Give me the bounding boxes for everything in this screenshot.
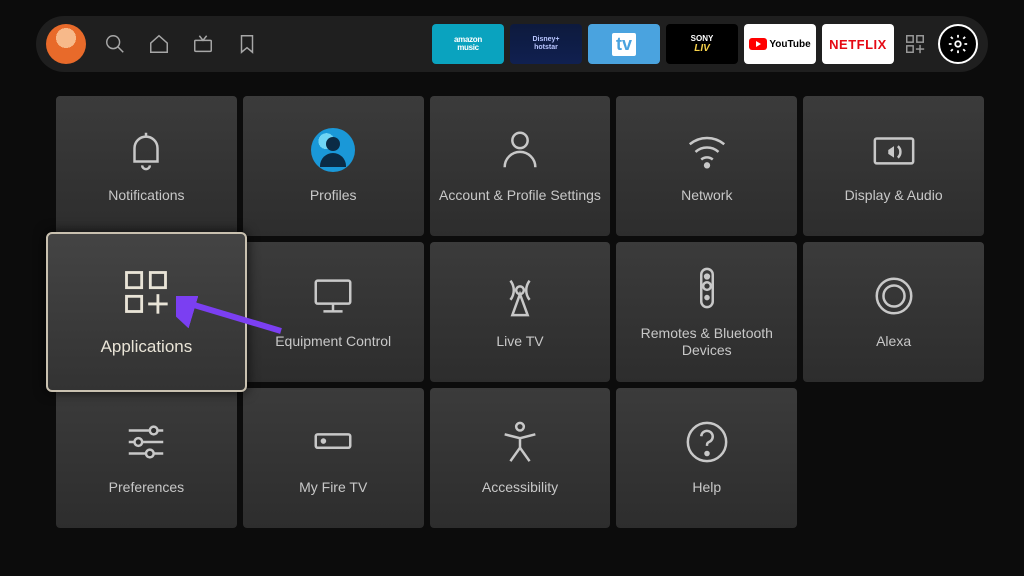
app-hotstar[interactable]: Disney+ hotstar: [510, 24, 582, 64]
nav-icon-row: [104, 33, 258, 55]
tile-live-tv[interactable]: Live TV: [430, 242, 611, 382]
tile-label: Account & Profile Settings: [439, 187, 601, 205]
tile-alexa[interactable]: Alexa: [803, 242, 984, 382]
bell-icon: [123, 127, 169, 173]
bookmark-icon[interactable]: [236, 33, 258, 55]
accessibility-icon: [497, 419, 543, 465]
monitor-icon: [310, 273, 356, 319]
ring-icon: [871, 273, 917, 319]
device-icon: [310, 419, 356, 465]
help-icon: [684, 419, 730, 465]
app-sonyliv[interactable]: SONY LIV: [666, 24, 738, 64]
tile-accessibility[interactable]: Accessibility: [430, 388, 611, 528]
app-shortcut-row: amazon music Disney+ hotstar tv SONY LIV…: [432, 24, 894, 64]
sliders-icon: [123, 419, 169, 465]
wifi-icon: [684, 127, 730, 173]
topbar-right-icons: [904, 24, 978, 64]
app-label: LIV: [694, 43, 710, 54]
youtube-play-icon: [749, 38, 767, 50]
tile-label: Accessibility: [482, 479, 558, 497]
tile-account[interactable]: Account & Profile Settings: [430, 96, 611, 236]
tile-help[interactable]: Help: [616, 388, 797, 528]
tile-network[interactable]: Network: [616, 96, 797, 236]
tile-label: Display & Audio: [845, 187, 943, 205]
tile-label: Preferences: [109, 479, 184, 497]
tile-preferences[interactable]: Preferences: [56, 388, 237, 528]
tile-label: Applications: [101, 336, 193, 357]
settings-gear-icon[interactable]: [938, 24, 978, 64]
tile-label: Remotes & Bluetooth Devices: [624, 325, 789, 360]
search-icon[interactable]: [104, 33, 126, 55]
apps-icon: [120, 266, 172, 318]
app-youtube[interactable]: YouTube: [744, 24, 816, 64]
tile-label: Alexa: [876, 333, 911, 351]
profile-avatar[interactable]: [46, 24, 86, 64]
tile-label: Network: [681, 187, 732, 205]
tile-notifications[interactable]: Notifications: [56, 96, 237, 236]
app-label: hotstar: [534, 44, 558, 52]
antenna-icon: [497, 273, 543, 319]
app-label: YouTube: [769, 39, 810, 50]
app-label: Disney+: [532, 36, 559, 44]
person-icon: [497, 127, 543, 173]
app-amazon-music[interactable]: amazon music: [432, 24, 504, 64]
tile-label: Live TV: [496, 333, 543, 351]
tile-myfiretv[interactable]: My Fire TV: [243, 388, 424, 528]
profile-icon: [310, 127, 356, 173]
tile-label: Help: [692, 479, 721, 497]
app-label: tv: [612, 33, 636, 56]
tile-display-audio[interactable]: Display & Audio: [803, 96, 984, 236]
settings-grid: Notifications Profiles Account & Profile…: [56, 96, 984, 528]
app-netflix[interactable]: NETFLIX: [822, 24, 894, 64]
tile-label: Notifications: [108, 187, 184, 205]
tv-icon[interactable]: [192, 33, 214, 55]
app-label: music: [457, 44, 479, 52]
top-navigation-bar: amazon music Disney+ hotstar tv SONY LIV…: [36, 16, 988, 72]
app-label: NETFLIX: [829, 37, 887, 52]
tile-label: Equipment Control: [275, 333, 391, 351]
app-tv[interactable]: tv: [588, 24, 660, 64]
tile-remotes[interactable]: Remotes & Bluetooth Devices: [616, 242, 797, 382]
remote-icon: [684, 265, 730, 311]
screen-audio-icon: [871, 127, 917, 173]
tile-profiles[interactable]: Profiles: [243, 96, 424, 236]
app-label: SONY: [691, 34, 714, 43]
tile-equipment[interactable]: Equipment Control: [243, 242, 424, 382]
tile-label: My Fire TV: [299, 479, 367, 497]
tile-label: Profiles: [310, 187, 357, 205]
apps-grid-icon[interactable]: [904, 33, 926, 55]
home-icon[interactable]: [148, 33, 170, 55]
tile-applications[interactable]: Applications: [46, 232, 247, 392]
